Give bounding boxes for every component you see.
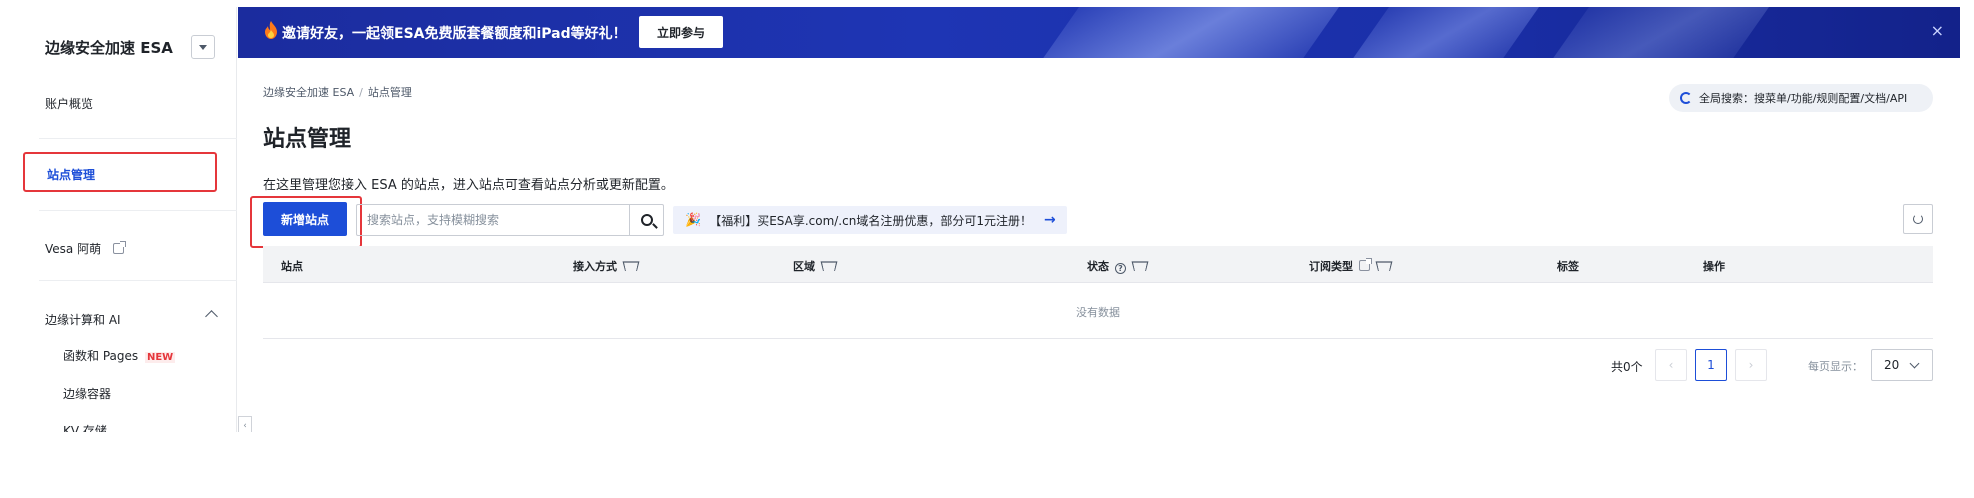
search-icon (1680, 92, 1692, 104)
per-page-value: 20 (1884, 358, 1900, 372)
column-region: 区域 (793, 258, 833, 274)
breadcrumb-item-product[interactable]: 边缘安全加速 ESA (263, 86, 354, 99)
fire-icon (265, 21, 277, 39)
column-region-label: 区域 (793, 260, 815, 273)
refresh-button[interactable] (1903, 204, 1933, 234)
sidebar-item-overview[interactable]: 账户概览 (45, 95, 93, 112)
banner-decoration (1008, 7, 1368, 58)
breadcrumb-separator: / (359, 86, 363, 99)
banner-decoration (1318, 7, 1568, 58)
site-search (356, 204, 664, 236)
per-page-label: 每页显示： (1808, 360, 1863, 373)
sidebar-item-functions-pages[interactable]: 函数和 Pages NEW (63, 347, 176, 364)
promo-link[interactable]: 🎉 【福利】买ESA享.com/.cn域名注册优惠，部分可1元注册！ → (673, 206, 1067, 234)
column-status: 状态? (1087, 258, 1144, 274)
sidebar-item-edge-container[interactable]: 边缘容器 (63, 385, 111, 402)
column-access-method-label: 接入方式 (573, 260, 617, 273)
product-switch-dropdown[interactable] (191, 35, 215, 59)
chevron-down-icon (1909, 358, 1920, 369)
column-access-method: 接入方式 (573, 258, 635, 274)
column-subscription: 订阅类型 (1309, 258, 1388, 274)
product-name: 边缘安全加速 ESA (45, 39, 173, 57)
search-icon (640, 214, 653, 226)
search-input[interactable] (357, 205, 629, 235)
filter-icon[interactable] (823, 263, 833, 271)
promo-banner: 邀请好友，一起领ESA免费版套餐额度和iPad等好礼！ 立即参与 × (238, 7, 1960, 58)
per-page-select[interactable]: 20 (1871, 349, 1933, 381)
total-count: 共0个 (1611, 360, 1643, 374)
column-subscription-label: 订阅类型 (1309, 260, 1353, 273)
sidebar-collapse-toggle[interactable]: ‹ (238, 416, 252, 432)
sidebar-divider (39, 210, 237, 211)
app-root: 边缘安全加速 ESA 账户概览 站点管理 Vesa 阿萌 边缘计算和 AI 函数… (0, 0, 1974, 498)
table-header: 站点 接入方式 区域 状态? 订阅类型 标签 操作 (263, 246, 1933, 283)
sidebar-item-kv-storage[interactable]: KV 存储 (63, 422, 107, 432)
join-now-button[interactable]: 立即参与 (639, 16, 723, 48)
new-badge: NEW (144, 352, 176, 363)
next-page-button[interactable]: › (1735, 349, 1767, 381)
refresh-icon (1913, 214, 1923, 224)
column-tags: 标签 (1557, 260, 1579, 273)
party-popper-icon: 🎉 (685, 212, 702, 228)
arrow-right-icon: → (1043, 212, 1056, 228)
filter-icon[interactable] (1134, 263, 1144, 271)
close-icon[interactable]: × (1931, 21, 1944, 40)
promo-text: 【福利】买ESA享.com/.cn域名注册优惠，部分可1元注册！ (709, 213, 1032, 228)
search-button[interactable] (629, 205, 663, 235)
chevron-up-icon[interactable] (205, 310, 218, 323)
banner-decoration (1518, 7, 1798, 58)
sidebar-item-functions-label: 函数和 Pages (63, 349, 139, 363)
console-frame: 边缘安全加速 ESA 账户概览 站点管理 Vesa 阿萌 边缘计算和 AI 函数… (0, 0, 1974, 432)
sidebar-item-vesa[interactable]: Vesa 阿萌 (45, 240, 126, 257)
global-search-button[interactable]: 全局搜索：搜菜单/功能/规则配置/文档/API (1669, 84, 1933, 112)
page-button-current[interactable]: 1 (1695, 349, 1727, 381)
add-site-button[interactable]: 新增站点 (263, 202, 347, 236)
sidebar-item-vesa-label: Vesa 阿萌 (45, 242, 102, 256)
breadcrumb-item-current: 站点管理 (367, 86, 412, 99)
sidebar-divider (39, 138, 237, 139)
external-link-icon (112, 241, 126, 254)
sidebar: 边缘安全加速 ESA 账户概览 站点管理 Vesa 阿萌 边缘计算和 AI 函数… (21, 7, 237, 432)
sidebar-item-sites-label: 站点管理 (47, 168, 96, 182)
sidebar-group-edge-compute[interactable]: 边缘计算和 AI (45, 311, 121, 328)
banner-text: 邀请好友，一起领ESA免费版套餐额度和iPad等好礼！ (282, 26, 627, 42)
external-link-icon[interactable] (1359, 258, 1372, 271)
filter-icon[interactable] (1378, 263, 1388, 271)
filter-icon[interactable] (625, 263, 635, 271)
prev-page-button[interactable]: ‹ (1655, 349, 1687, 381)
column-actions: 操作 (1703, 260, 1725, 273)
page-title: 站点管理 (263, 127, 352, 152)
breadcrumb: 边缘安全加速 ESA / 站点管理 (263, 84, 412, 100)
sidebar-divider (39, 280, 237, 281)
table-empty-row: 没有数据 (263, 283, 1933, 339)
column-site: 站点 (281, 260, 303, 273)
help-icon[interactable]: ? (1115, 263, 1126, 274)
sidebar-item-sites[interactable]: 站点管理 (23, 152, 217, 192)
page-description: 在这里管理您接入 ESA 的站点，进入站点可查看站点分析或更新配置。 (263, 178, 674, 193)
global-search-label: 全局搜索：搜菜单/功能/规则配置/文档/API (1699, 92, 1908, 105)
column-status-label: 状态 (1087, 260, 1109, 273)
